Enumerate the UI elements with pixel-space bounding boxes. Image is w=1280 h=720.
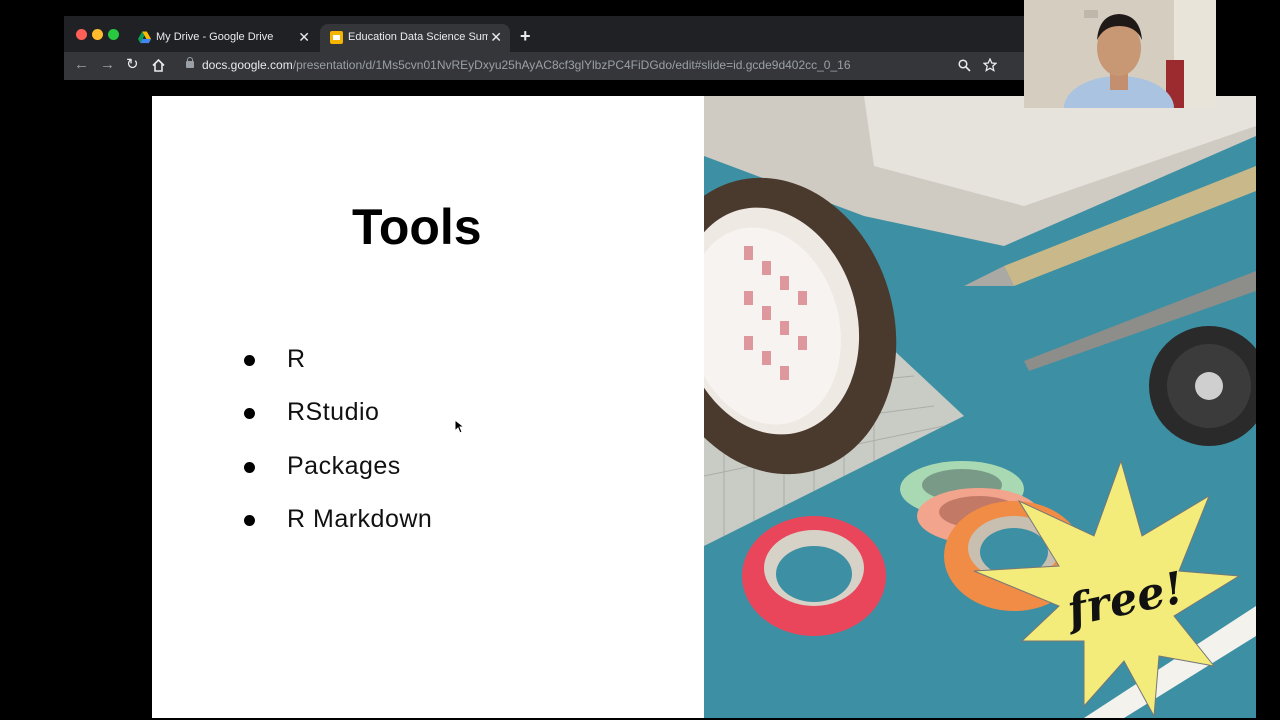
bullet-icon <box>244 462 255 473</box>
google-slides-icon <box>330 31 343 44</box>
mouse-cursor-icon <box>455 420 465 434</box>
bullet-text: R <box>287 345 306 373</box>
minimize-window-button[interactable] <box>92 29 103 40</box>
presentation-slide: Tools R RStudio Packages R Markdown free… <box>152 96 1256 718</box>
close-tab-icon[interactable]: ✕ <box>490 29 502 45</box>
bullet-icon <box>244 515 255 526</box>
back-arrow-icon[interactable]: ← <box>74 55 89 75</box>
starburst-text: free! <box>1060 562 1186 637</box>
address-bar[interactable]: docs.google.com/presentation/d/1Ms5cvn01… <box>202 58 851 72</box>
reload-icon[interactable]: ↻ <box>126 55 139 75</box>
bullet-icon <box>244 355 255 366</box>
browser-window: My Drive - Google Drive ✕ Education Data… <box>64 16 1256 718</box>
url-path: /presentation/d/1Ms5cvn01NvREyDxyu25hAyA… <box>292 58 851 72</box>
zoom-icon[interactable] <box>958 59 971 72</box>
bookmark-star-icon[interactable] <box>983 58 997 72</box>
webcam-overlay <box>1024 0 1216 108</box>
tab-my-drive[interactable]: My Drive - Google Drive ✕ <box>128 24 318 52</box>
close-window-button[interactable] <box>76 29 87 40</box>
lock-icon <box>186 57 194 68</box>
bullet-icon <box>244 408 255 419</box>
zoom-window-button[interactable] <box>108 29 119 40</box>
slide-title: Tools <box>352 199 482 255</box>
bullet-text: RStudio <box>287 398 380 426</box>
new-tab-button[interactable]: + <box>520 26 531 46</box>
free-starburst-label: free! <box>1060 562 1186 637</box>
home-icon[interactable] <box>152 59 165 72</box>
google-drive-icon <box>138 31 151 44</box>
close-tab-icon[interactable]: ✕ <box>298 29 310 45</box>
forward-arrow-icon[interactable]: → <box>100 55 115 75</box>
tab-label: My Drive - Google Drive <box>156 31 274 43</box>
url-host: docs.google.com <box>202 58 293 72</box>
tab-label: Education Data Science Summ <box>348 31 488 43</box>
bullet-text: R Markdown <box>287 505 433 533</box>
bullet-text: Packages <box>287 452 401 480</box>
tab-education-data-science[interactable]: Education Data Science Summ ✕ <box>320 24 510 52</box>
